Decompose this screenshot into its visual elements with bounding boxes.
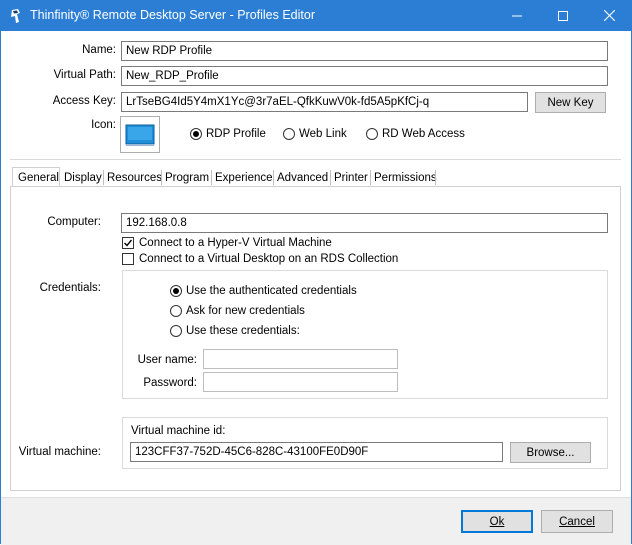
maximize-icon bbox=[558, 10, 568, 21]
rdp-profile-radio[interactable] bbox=[190, 128, 202, 140]
tab-experience[interactable]: Experience bbox=[213, 169, 275, 186]
minimize-icon bbox=[512, 15, 522, 16]
use-these-credentials-label[interactable]: Use these credentials: bbox=[186, 325, 300, 337]
password-label: Password: bbox=[143, 377, 197, 389]
password-field[interactable] bbox=[203, 372, 398, 392]
access-key-field[interactable]: LrTseBG4Id5Y4mX1Yc@3r7aEL-QfkKuwV0k-fd5A… bbox=[121, 92, 528, 112]
rd-web-access-label[interactable]: RD Web Access bbox=[382, 128, 465, 140]
tab-display[interactable]: Display bbox=[62, 169, 104, 186]
tab-program[interactable]: Program bbox=[163, 169, 211, 186]
title-bar[interactable]: Thinfinity® Remote Desktop Server - Prof… bbox=[0, 0, 632, 31]
profile-icon-picker[interactable] bbox=[120, 116, 160, 153]
username-field[interactable] bbox=[203, 349, 398, 369]
rdp-profile-label[interactable]: RDP Profile bbox=[206, 128, 266, 140]
rd-web-access-radio[interactable] bbox=[366, 128, 378, 140]
minimize-button[interactable] bbox=[494, 0, 540, 31]
access-key-label: Access Key: bbox=[52, 95, 116, 107]
tab-divider bbox=[273, 170, 274, 185]
name-label: Name: bbox=[82, 44, 116, 56]
tab-divider bbox=[330, 170, 331, 185]
monitor-icon bbox=[125, 124, 155, 146]
cancel-button-label: Cancel bbox=[559, 515, 595, 528]
close-icon bbox=[603, 10, 615, 21]
vm-id-label: Virtual machine id: bbox=[131, 425, 226, 437]
username-label: User name: bbox=[137, 354, 197, 366]
tab-general[interactable]: General bbox=[16, 169, 61, 186]
maximize-button[interactable] bbox=[540, 0, 586, 31]
ask-new-credentials-label[interactable]: Ask for new credentials bbox=[186, 305, 305, 317]
use-these-credentials-radio[interactable] bbox=[170, 325, 182, 337]
tab-printer[interactable]: Printer bbox=[332, 169, 370, 186]
tab-advanced[interactable]: Advanced bbox=[275, 169, 330, 186]
virtual-path-label: Virtual Path: bbox=[53, 69, 116, 81]
hyperv-checkbox[interactable] bbox=[122, 237, 134, 249]
icon-label: Icon: bbox=[91, 119, 116, 131]
web-link-label[interactable]: Web Link bbox=[299, 128, 347, 140]
header-divider bbox=[10, 159, 621, 160]
app-icon bbox=[11, 9, 20, 23]
virtual-path-field[interactable]: New_RDP_Profile bbox=[121, 66, 608, 86]
web-link-radio[interactable] bbox=[283, 128, 295, 140]
close-button[interactable] bbox=[586, 0, 632, 31]
tab-divider bbox=[211, 170, 212, 185]
rds-checkbox-label[interactable]: Connect to a Virtual Desktop on an RDS C… bbox=[139, 253, 398, 265]
rds-checkbox[interactable] bbox=[122, 253, 134, 265]
ok-button[interactable]: Ok bbox=[461, 510, 533, 533]
cancel-button[interactable]: Cancel bbox=[541, 510, 613, 533]
tab-divider bbox=[370, 170, 371, 185]
use-authenticated-radio[interactable] bbox=[170, 285, 182, 297]
name-field[interactable]: New RDP Profile bbox=[121, 41, 608, 61]
browse-button[interactable]: Browse... bbox=[510, 442, 591, 463]
vm-id-field[interactable]: 123CFF37-752D-45C6-828C-43100FE0D90F bbox=[130, 442, 503, 462]
tab-divider bbox=[435, 170, 436, 185]
tab-resources[interactable]: Resources bbox=[105, 169, 164, 186]
virtual-machine-label: Virtual machine: bbox=[18, 446, 101, 458]
use-authenticated-label[interactable]: Use the authenticated credentials bbox=[186, 285, 357, 297]
computer-field[interactable]: 192.168.0.8 bbox=[121, 213, 608, 233]
computer-label: Computer: bbox=[47, 216, 101, 228]
hyperv-checkbox-label[interactable]: Connect to a Hyper-V Virtual Machine bbox=[139, 237, 332, 249]
credentials-label: Credentials: bbox=[39, 282, 101, 294]
tab-permissions[interactable]: Permissions bbox=[372, 169, 439, 186]
window-title: Thinfinity® Remote Desktop Server - Prof… bbox=[30, 8, 316, 22]
tab-divider bbox=[161, 170, 162, 185]
new-key-button[interactable]: New Key bbox=[535, 92, 606, 113]
tab-divider bbox=[103, 170, 104, 185]
ask-new-credentials-radio[interactable] bbox=[170, 305, 182, 317]
dialog-footer bbox=[1, 497, 631, 545]
ok-button-label: Ok bbox=[489, 515, 505, 528]
checkmark-icon bbox=[124, 239, 133, 247]
